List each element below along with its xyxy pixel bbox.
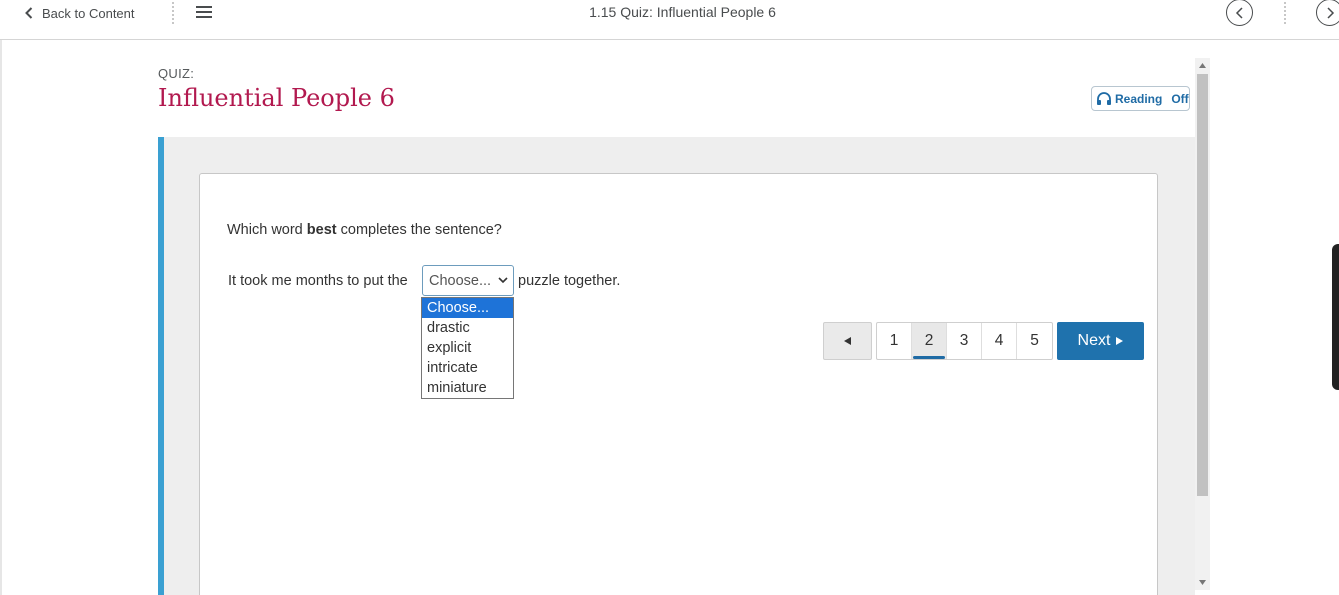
chevron-down-icon <box>498 277 508 284</box>
option-choose[interactable]: Choose... <box>422 298 513 318</box>
page-heading: 1.15 Quiz: Influential People 6 <box>589 4 776 20</box>
next-button[interactable]: Next <box>1057 322 1144 360</box>
triangle-up-icon <box>1199 63 1206 68</box>
page-number-list: 1 2 3 4 5 <box>876 322 1053 360</box>
question-suffix: completes the sentence? <box>336 222 502 238</box>
side-widget-tab[interactable] <box>1332 244 1339 390</box>
page-button-1[interactable]: 1 <box>877 323 912 359</box>
headphones-icon <box>1097 91 1111 105</box>
option-explicit[interactable]: explicit <box>422 338 513 358</box>
quiz-frame: QUIZ: Influential People 6 Reading Off W… <box>0 40 1210 595</box>
page-button-2[interactable]: 2 <box>912 323 947 359</box>
page-button-5[interactable]: 5 <box>1017 323 1052 359</box>
option-miniature[interactable]: miniature <box>422 378 513 398</box>
next-topic-button[interactable] <box>1316 0 1339 26</box>
next-label: Next <box>1077 332 1111 349</box>
top-navigation-bar: Back to Content 1.15 Quiz: Influential P… <box>0 0 1339 40</box>
option-intricate[interactable]: intricate <box>422 358 513 378</box>
question-prompt: Which word best completes the sentence? <box>227 222 502 238</box>
answer-select[interactable]: Choose... <box>422 265 514 296</box>
scrollbar-thumb[interactable] <box>1197 74 1208 496</box>
reading-state: Off <box>1171 91 1189 106</box>
chevron-left-icon <box>1235 6 1243 19</box>
scroll-down-arrow[interactable] <box>1195 575 1210 590</box>
quiz-title: Influential People 6 <box>158 84 395 112</box>
triangle-right-icon <box>1116 337 1124 345</box>
answer-select-value: Choose... <box>429 272 492 289</box>
chevron-right-icon <box>1326 6 1334 19</box>
page-button-3[interactable]: 3 <box>947 323 982 359</box>
option-drastic[interactable]: drastic <box>422 318 513 338</box>
reading-label: Reading <box>1115 91 1163 106</box>
scroll-up-arrow[interactable] <box>1195 58 1210 73</box>
question-emphasis: best <box>306 222 337 238</box>
previous-topic-button[interactable] <box>1226 0 1253 26</box>
triangle-down-icon <box>1199 580 1206 585</box>
triangle-left-icon <box>844 337 851 345</box>
sentence-before: It took me months to put the <box>228 273 408 289</box>
answer-options-list: Choose... drastic explicit intricate min… <box>421 297 514 399</box>
previous-page-button[interactable] <box>823 322 872 360</box>
separator-dots-icon <box>1283 2 1287 24</box>
page-button-4[interactable]: 4 <box>982 323 1017 359</box>
question-prefix: Which word <box>227 222 307 238</box>
sentence-after: puzzle together. <box>518 273 621 289</box>
reading-toggle-button[interactable]: Reading Off <box>1091 86 1190 111</box>
quiz-label: QUIZ: <box>158 66 195 81</box>
